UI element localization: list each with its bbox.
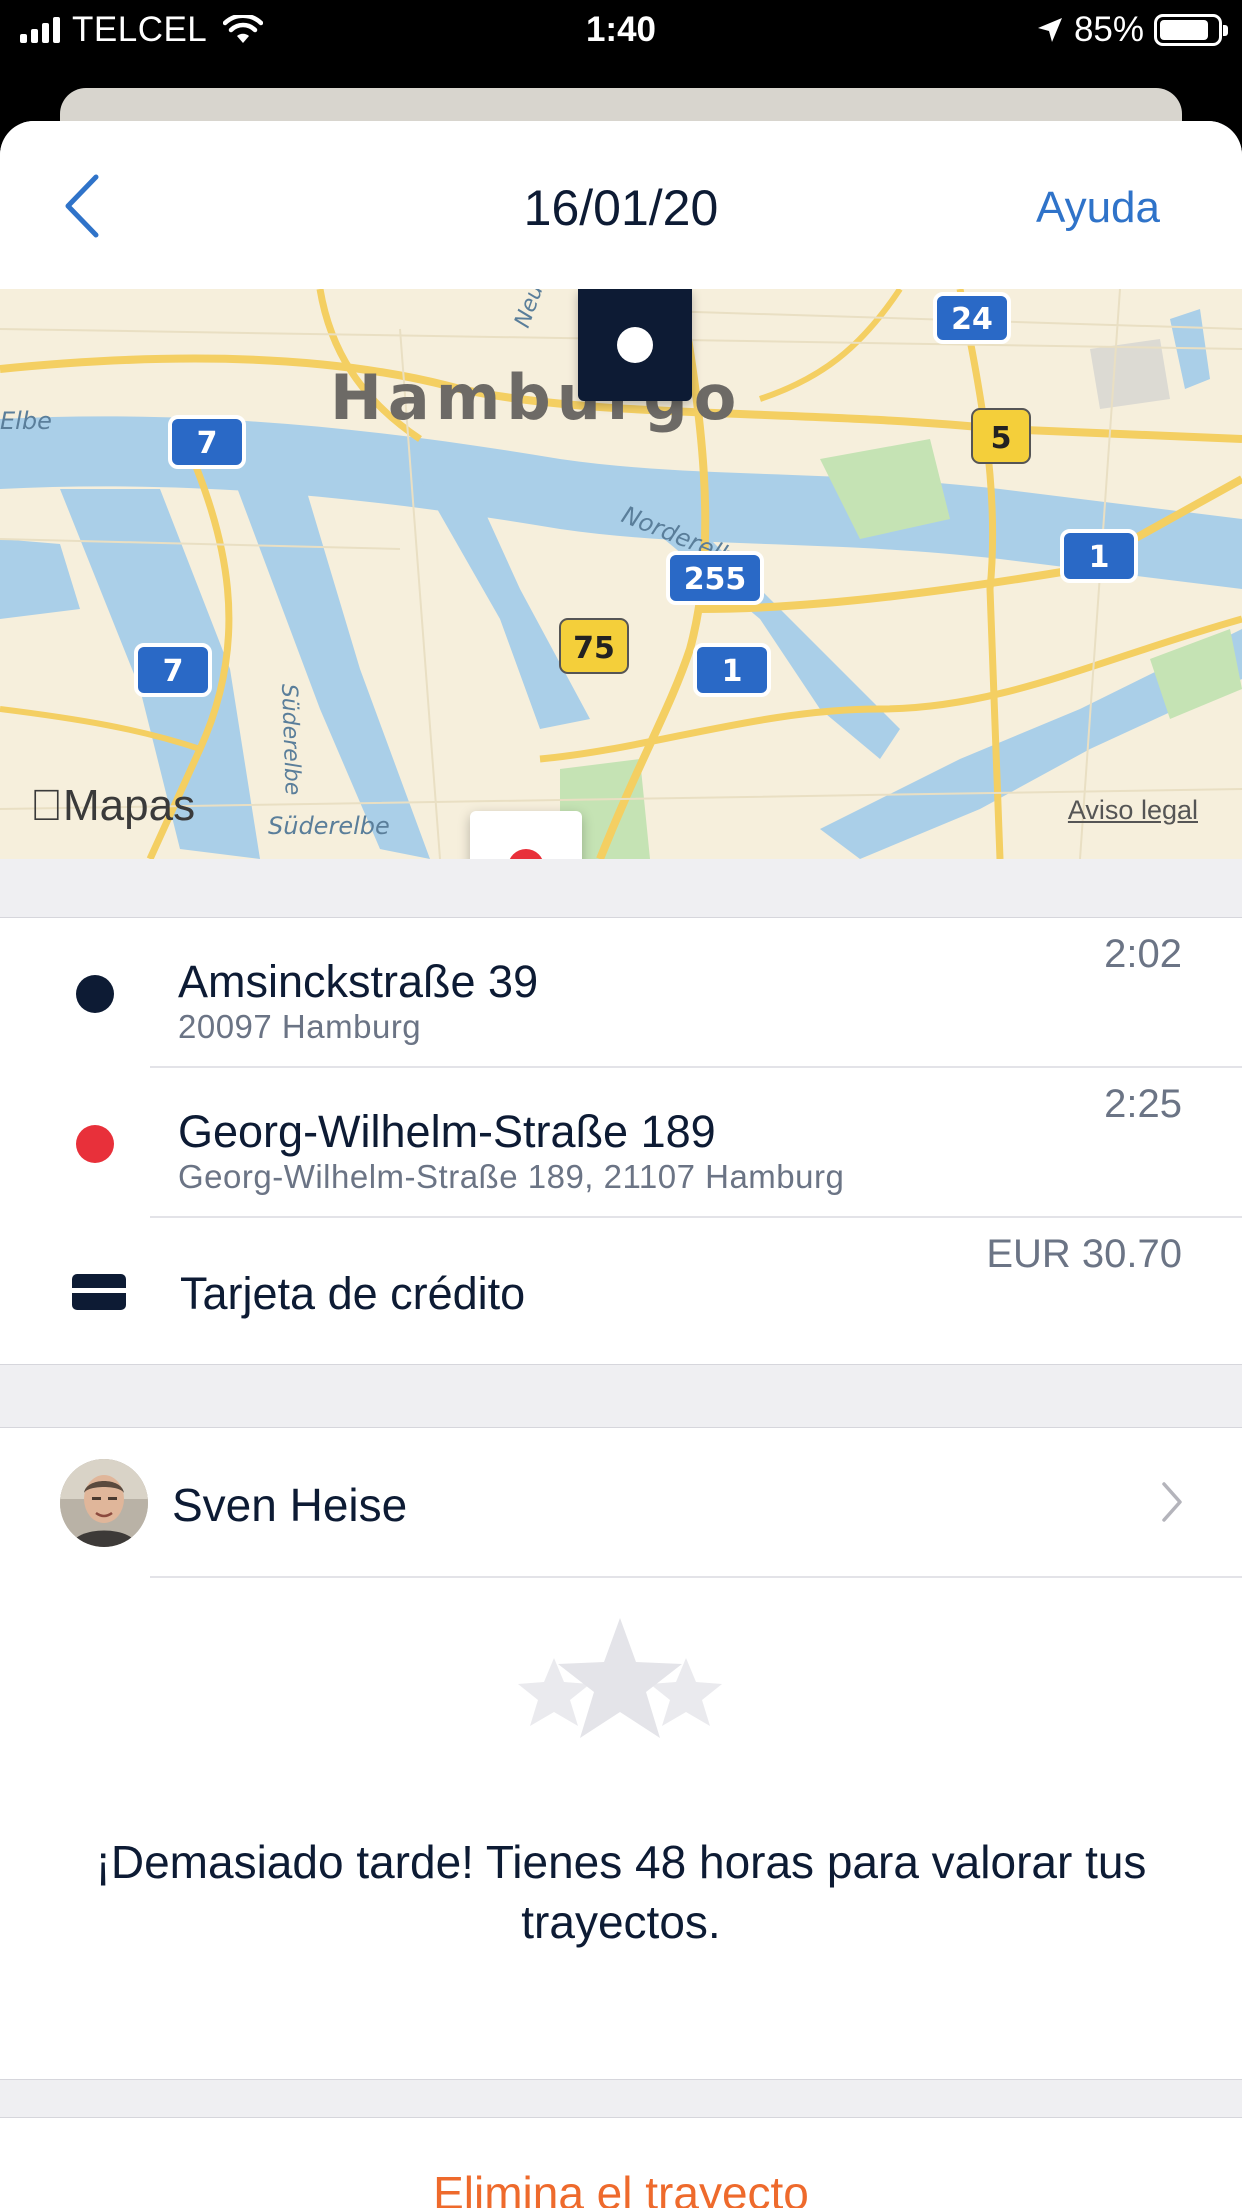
payment-method: Tarjeta de crédito xyxy=(180,1268,526,1319)
trip-detail-sheet: 16/01/20 Ayuda Hamburgo Elbe Norderelbe … xyxy=(0,121,1242,2208)
road-shield: 1 xyxy=(1060,529,1138,583)
avatar-image xyxy=(60,1459,148,1547)
road-shield: 7 xyxy=(168,415,246,469)
svg-text:255: 255 xyxy=(684,562,747,597)
end-pin-dot xyxy=(508,849,544,859)
map-street-label: Elbe xyxy=(0,407,52,435)
road-shield: 7 xyxy=(134,643,212,697)
payment-row: Tarjeta de crédito EUR 30.70 xyxy=(0,1218,1242,1366)
driver-avatar xyxy=(60,1459,148,1547)
svg-text:7: 7 xyxy=(163,654,184,689)
svg-text:7: 7 xyxy=(197,426,218,461)
maps-brand-logo: Mapas xyxy=(30,781,195,831)
rating-stars-icon xyxy=(518,1618,722,1738)
dropoff-street: Georg-Wilhelm-Straße 189 xyxy=(178,1106,716,1157)
svg-text:75: 75 xyxy=(573,631,615,666)
map-street-label: Süderelbe xyxy=(268,812,390,840)
status-bar: TELCEL 1:40 85% xyxy=(0,0,1242,62)
svg-text:5: 5 xyxy=(991,421,1012,456)
svg-text:1: 1 xyxy=(722,654,743,689)
driver-section: Sven Heise ¡Demasiado tarde! Tienes 48 h… xyxy=(0,1427,1242,2080)
rating-expired-message: ¡Demasiado tarde! Tienes 48 horas para v… xyxy=(95,1836,1147,1948)
road-shield: 75 xyxy=(559,618,629,674)
legal-notice-link[interactable]: Aviso legal xyxy=(1068,795,1198,826)
pickup-bullet-icon xyxy=(76,975,114,1013)
driver-row[interactable]: Sven Heise xyxy=(0,1428,1242,1578)
location-arrow-icon xyxy=(1037,18,1062,42)
payment-amount: EUR 30.70 xyxy=(986,1232,1182,1276)
battery-percent: 85% xyxy=(1073,10,1144,49)
status-right: 85% xyxy=(1036,10,1228,50)
svg-text:1: 1 xyxy=(1089,540,1110,575)
pickup-city: 20097 Hamburg xyxy=(178,1008,422,1045)
row-divider xyxy=(150,1576,1242,1578)
maps-brand-label: Mapas xyxy=(30,781,195,830)
nav-bar: 16/01/20 Ayuda xyxy=(0,121,1242,289)
road-shield: 5 xyxy=(971,408,1031,464)
battery-icon xyxy=(1154,14,1228,46)
trip-info-section: Amsinckstraße 39 20097 Hamburg 2:02 Geor… xyxy=(0,917,1242,1365)
svg-text:24: 24 xyxy=(951,302,993,337)
end-pin-marker xyxy=(470,811,582,859)
dropoff-bullet-icon xyxy=(76,1125,114,1163)
map-street-label: Neu xyxy=(510,289,549,331)
driver-name: Sven Heise xyxy=(172,1479,408,1531)
road-shield: 24 xyxy=(933,292,1011,344)
dropoff-time: 2:25 xyxy=(1104,1082,1182,1126)
road-shield: 255 xyxy=(666,551,764,605)
delete-section: Elimina el trayecto xyxy=(0,2117,1242,2208)
start-pin-marker xyxy=(578,289,692,401)
pickup-time: 2:02 xyxy=(1104,932,1182,976)
chevron-right-icon xyxy=(1162,1482,1182,1522)
credit-card-icon xyxy=(72,1274,126,1310)
help-button[interactable]: Ayuda xyxy=(1036,183,1160,233)
route-map[interactable]: Hamburgo Elbe Norderelbe Süderelbe Süder… xyxy=(0,289,1242,859)
road-shield: 1 xyxy=(693,643,771,697)
pickup-row: Amsinckstraße 39 20097 Hamburg 2:02 xyxy=(0,918,1242,1068)
apple-logo-icon:  xyxy=(30,781,63,830)
dropoff-row: Georg-Wilhelm-Straße 189 Georg-Wilhelm-S… xyxy=(0,1068,1242,1218)
dropoff-city: Georg-Wilhelm-Straße 189, 21107 Hamburg xyxy=(178,1158,845,1195)
start-pin-dot xyxy=(617,327,653,363)
pickup-street: Amsinckstraße 39 xyxy=(178,956,539,1007)
delete-trip-button[interactable]: Elimina el trayecto xyxy=(0,2166,1242,2208)
map-street-label: Süderelbe xyxy=(276,683,305,795)
